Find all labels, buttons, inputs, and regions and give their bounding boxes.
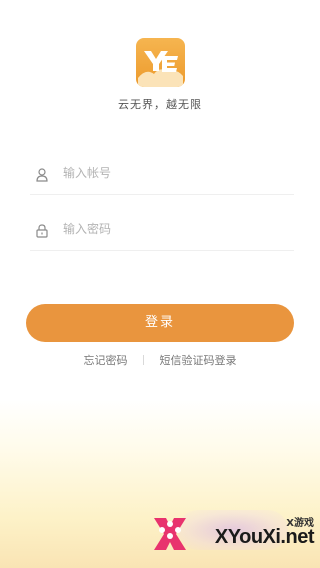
lock-icon	[36, 223, 48, 238]
app-logo	[136, 38, 185, 87]
sms-login-link[interactable]: 短信验证码登录	[160, 352, 237, 368]
login-button[interactable]: 登录	[26, 304, 294, 342]
ye-logo-icon	[138, 51, 183, 87]
forgot-password-link[interactable]: 忘记密码	[84, 352, 128, 368]
watermark-site-text: XYouXi.net	[214, 526, 315, 548]
app-tagline: 云无界，越无限	[118, 98, 202, 111]
password-field[interactable]	[30, 210, 294, 251]
user-icon	[36, 167, 48, 182]
gamepad-icon	[148, 512, 192, 560]
auth-links: 忘记密码 短信验证码登录	[0, 352, 320, 368]
account-input[interactable]	[63, 162, 283, 184]
password-input[interactable]	[63, 218, 283, 240]
link-divider	[143, 355, 144, 365]
account-field[interactable]	[30, 154, 294, 195]
watermark: X游戏 XYouXi.net	[148, 506, 318, 564]
